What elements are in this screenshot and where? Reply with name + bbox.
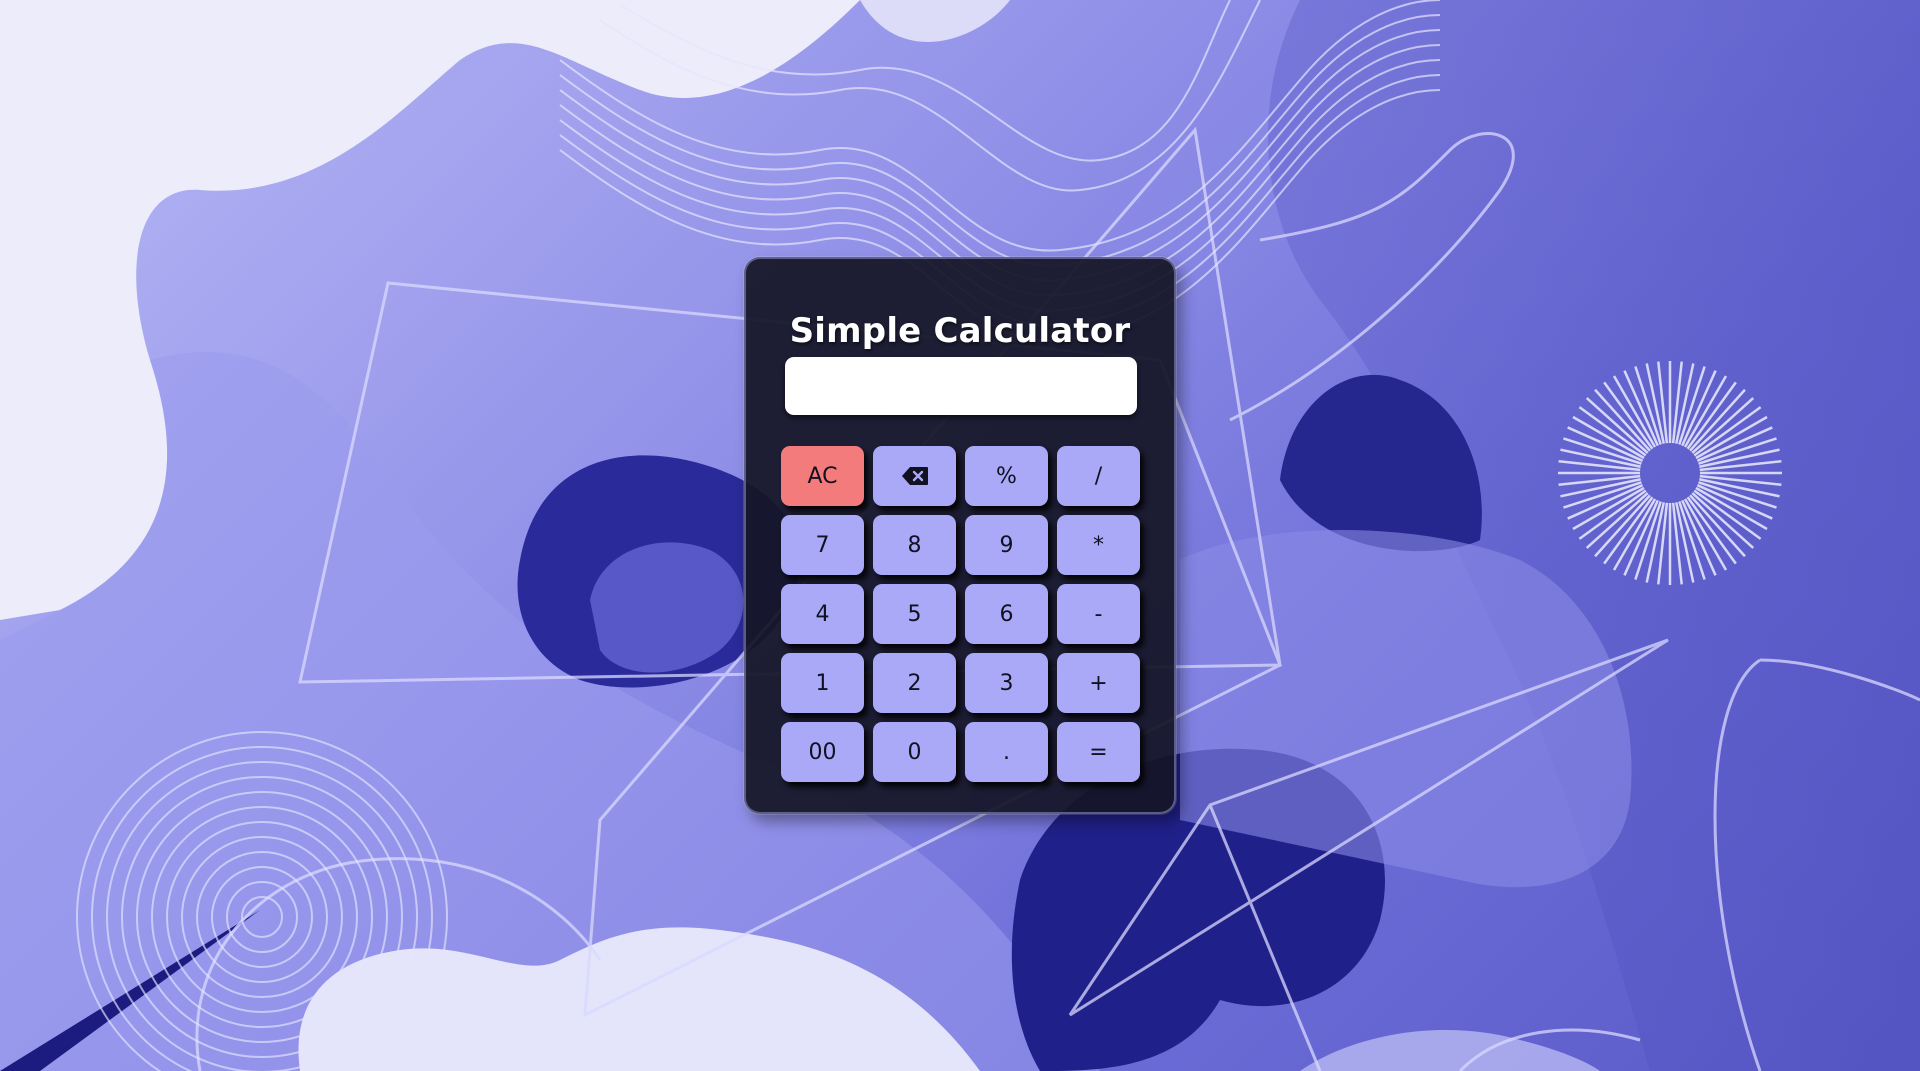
clear-button[interactable]: AC <box>781 446 864 506</box>
calculator-panel: Simple Calculator AC%/ 7 8 9 * 4 5 6- 1 2 3 +00 0. = <box>744 257 1176 814</box>
multiply-button[interactable]: * <box>1057 515 1140 575</box>
calculator-title: Simple Calculator <box>789 311 1131 351</box>
percent-button[interactable]: % <box>965 446 1048 506</box>
digit-7-button[interactable]: 7 <box>781 515 864 575</box>
digit-2-button[interactable]: 2 <box>873 653 956 713</box>
backspace-icon <box>901 466 929 486</box>
digit-1-button[interactable]: 1 <box>781 653 864 713</box>
digit-8-button[interactable]: 8 <box>873 515 956 575</box>
digit-3-button[interactable]: 3 <box>965 653 1048 713</box>
equals-button[interactable]: = <box>1057 722 1140 782</box>
display-input[interactable] <box>785 357 1137 415</box>
digit-6-button[interactable]: 6 <box>965 584 1048 644</box>
digit-9-button[interactable]: 9 <box>965 515 1048 575</box>
digit-0-button[interactable]: 0 <box>873 722 956 782</box>
double-zero-button[interactable]: 00 <box>781 722 864 782</box>
page: Simple Calculator AC%/ 7 8 9 * 4 5 6- 1 2 3 +00 0. = <box>0 0 1920 1071</box>
digit-4-button[interactable]: 4 <box>781 584 864 644</box>
backspace-button[interactable] <box>873 446 956 506</box>
add-button[interactable]: + <box>1057 653 1140 713</box>
decimal-button[interactable]: . <box>965 722 1048 782</box>
subtract-button[interactable]: - <box>1057 584 1140 644</box>
digit-5-button[interactable]: 5 <box>873 584 956 644</box>
divide-button[interactable]: / <box>1057 446 1140 506</box>
keypad: AC%/ 7 8 9 * 4 5 6- 1 2 3 +00 0. = <box>781 446 1140 782</box>
